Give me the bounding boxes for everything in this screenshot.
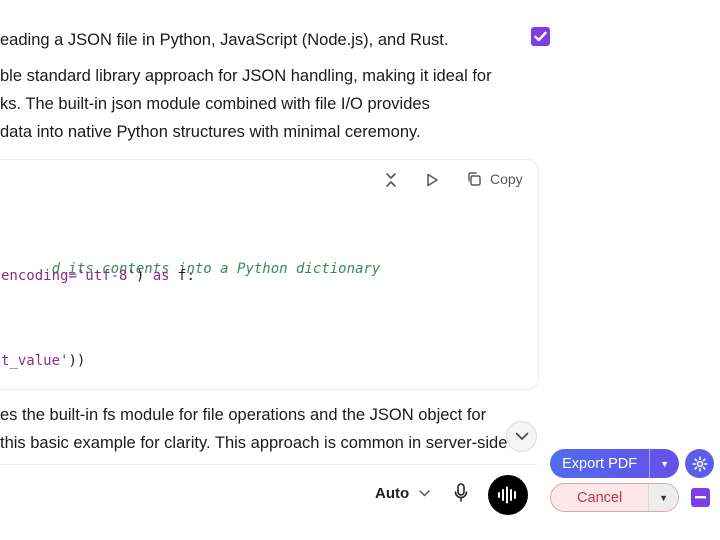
code-token: t_value' (1, 353, 69, 369)
model-label: Auto (375, 485, 410, 502)
model-selector[interactable]: Auto (375, 485, 430, 502)
checkmark-icon (534, 31, 547, 42)
intro-paragraph: eading a JSON file in Python, JavaScript… (0, 26, 448, 54)
cancel-dropdown-toggle[interactable]: ▼ (648, 484, 678, 511)
code-line: t_value')) (1, 353, 85, 369)
copy-icon (468, 172, 481, 186)
python-description: ble standard library approach for JSON h… (0, 62, 492, 146)
chevron-down-icon (419, 490, 430, 497)
node-description: es the built-in fs module for file opera… (0, 401, 507, 457)
node-desc-line: this basic example for clarity. This app… (0, 434, 508, 452)
cancel-button[interactable]: Cancel (551, 484, 648, 511)
python-desc-line: data into native Python structures with … (0, 123, 421, 141)
caret-down-icon: ▼ (659, 492, 669, 503)
export-dropdown-toggle[interactable]: ▼ (649, 449, 679, 478)
message-composer: Auto (0, 464, 537, 527)
code-token: f: (169, 268, 195, 284)
voice-mode-button[interactable] (488, 475, 528, 515)
play-icon[interactable] (425, 172, 439, 188)
export-pdf-button[interactable]: Export PDF (550, 449, 649, 478)
code-token: 'utf-8' (76, 268, 136, 284)
node-desc-line: es the built-in fs module for file opera… (0, 406, 487, 424)
minus-icon (695, 496, 706, 499)
caret-down-icon: ▼ (660, 458, 670, 469)
copy-label: Copy (490, 171, 523, 187)
python-desc-line: ble standard library approach for JSON h… (0, 67, 492, 85)
code-line: encoding='utf-8') as f: (1, 268, 195, 284)
scroll-to-bottom-button[interactable] (506, 421, 537, 452)
code-block: Copy d its contents into a Python dictio… (0, 159, 539, 390)
checked-checkbox[interactable] (531, 27, 550, 46)
voice-waveform-icon (498, 486, 516, 504)
code-token: encoding= (1, 268, 77, 284)
copy-button[interactable]: Copy (466, 171, 523, 187)
indeterminate-checkbox[interactable] (691, 488, 710, 507)
microphone-icon[interactable] (454, 483, 468, 508)
python-desc-line: ks. The built-in json module combined wi… (0, 95, 430, 113)
chevron-down-icon (515, 432, 528, 440)
code-token: as (152, 268, 170, 284)
intro-text: eading a JSON file in Python, JavaScript… (0, 31, 449, 49)
settings-button[interactable] (685, 449, 714, 478)
export-split-button: Export PDF ▼ (550, 449, 679, 478)
cancel-split-button: Cancel ▼ (550, 483, 679, 512)
gear-icon (691, 455, 708, 472)
code-token: )) (68, 353, 86, 369)
code-token: ) (135, 268, 153, 284)
collapse-icon[interactable] (384, 172, 400, 188)
